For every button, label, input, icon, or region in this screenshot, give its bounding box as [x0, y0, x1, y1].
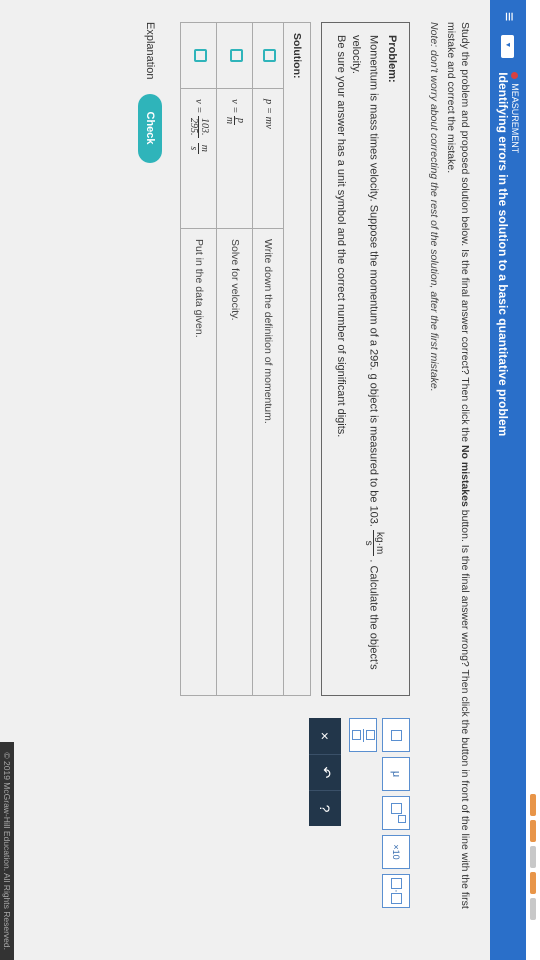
solution-row: p = mv Write down the definition of mome… — [253, 23, 284, 696]
solution-row: v = 103.295. ms Put in the data given. — [181, 23, 217, 696]
explanation-label: Explanation — [144, 22, 156, 80]
progress-bar — [526, 0, 540, 960]
page-title: Identifying errors in the solution to a … — [496, 72, 510, 436]
solution-table: Solution: p = mv Write down the definiti… — [180, 22, 311, 696]
row-select[interactable] — [194, 49, 207, 62]
row-select[interactable] — [230, 49, 243, 62]
solution-heading: Solution: — [284, 23, 311, 89]
symbol-dot-button[interactable]: · — [382, 874, 410, 908]
category-label: MEASUREMENT — [510, 83, 520, 153]
nav-dropdown[interactable] — [502, 35, 515, 58]
category-dot — [512, 72, 519, 79]
copyright: © 2019 McGraw-Hill Education. All Rights… — [0, 742, 14, 960]
menu-icon[interactable]: ≡ — [499, 12, 517, 21]
app-header: ≡ MEASUREMENT Identifying errors in the … — [490, 0, 526, 960]
symbol-mu-button[interactable]: μ — [382, 757, 410, 791]
help-button[interactable]: ? — [309, 790, 341, 826]
symbol-superscript-button[interactable] — [382, 796, 410, 830]
solution-row: v = pm Solve for velocity. — [217, 23, 253, 696]
problem-box: Problem: Momentum is mass times velocity… — [321, 22, 410, 696]
undo-button[interactable]: ↶ — [309, 754, 341, 790]
symbol-box-button[interactable] — [382, 718, 410, 752]
instructions: Study the problem and proposed solution … — [426, 22, 472, 938]
check-button[interactable]: Check — [138, 94, 162, 163]
input-tools: μ ×10 · × ↶ ? — [309, 718, 410, 938]
symbol-fraction-button[interactable] — [349, 718, 377, 752]
clear-button[interactable]: × — [309, 718, 341, 754]
row-select[interactable] — [263, 49, 276, 62]
symbol-x10-button[interactable]: ×10 — [382, 835, 410, 869]
